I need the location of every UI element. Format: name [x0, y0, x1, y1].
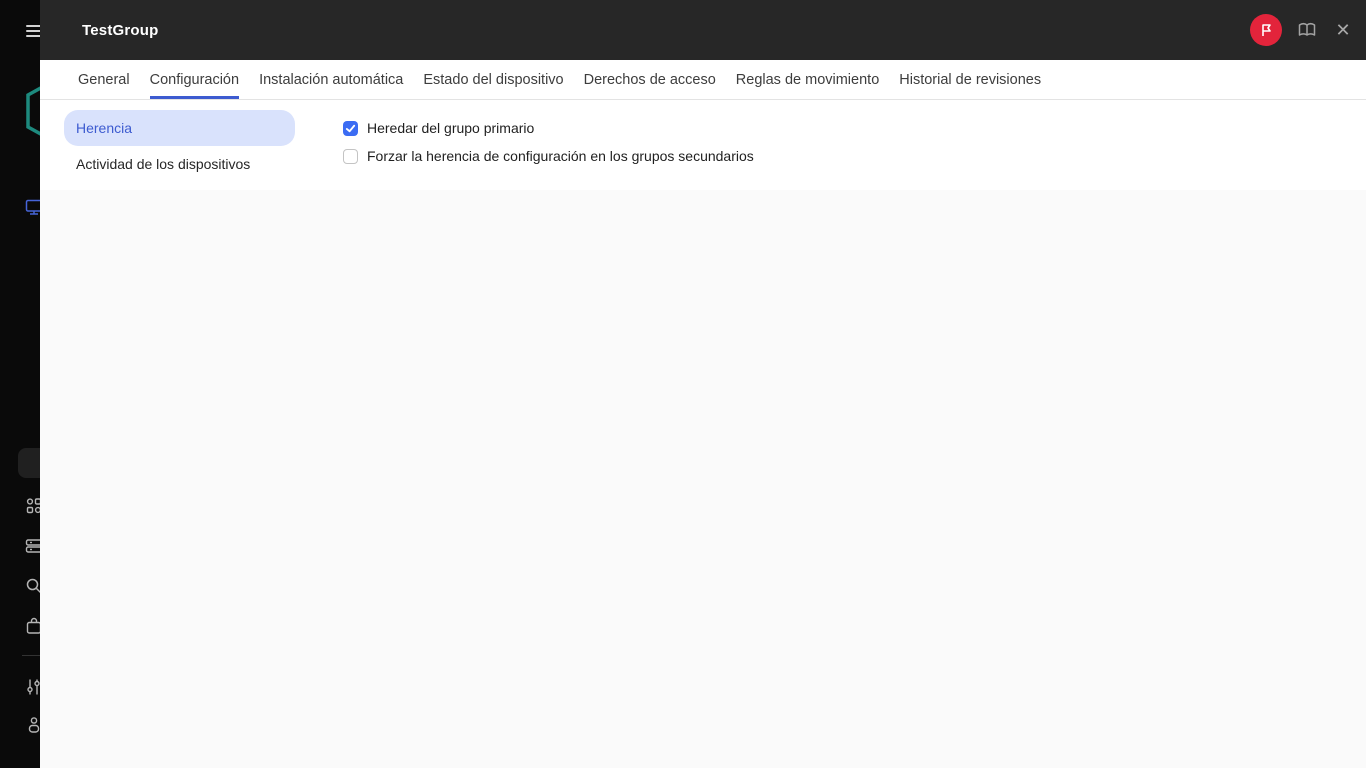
people-group-icon[interactable]: [24, 496, 40, 516]
tab-general[interactable]: General: [68, 60, 140, 99]
search-icon[interactable]: [24, 576, 40, 596]
tab-bar: General Configuración Instalación automáti…: [40, 60, 1366, 100]
menu-icon[interactable]: [26, 22, 40, 38]
sliders-icon[interactable]: [24, 677, 40, 697]
checkbox-checked-icon[interactable]: [343, 120, 358, 136]
open-book-icon[interactable]: [1296, 19, 1318, 41]
checkbox-label: Heredar del grupo primario: [367, 120, 535, 136]
tab-derechos-de-acceso[interactable]: Derechos de acceso: [574, 60, 726, 99]
checkbox-label: Forzar la herencia de configuración en l…: [367, 148, 754, 164]
kaspersky-logo-icon: [26, 82, 40, 140]
panel-content: Herencia Actividad de los dispositivos He…: [40, 100, 1366, 768]
panel-header: TestGroup ✕: [40, 0, 1366, 60]
settings-subnav: Herencia Actividad de los dispositivos: [64, 110, 295, 182]
user-icon[interactable]: [24, 715, 40, 735]
server-stack-icon[interactable]: [24, 536, 40, 556]
tab-estado-del-dispositivo[interactable]: Estado del dispositivo: [413, 60, 573, 99]
app-sidebar: [0, 0, 40, 768]
tab-instalaci-n-autom-tica[interactable]: Instalación automática: [249, 60, 413, 99]
bag-icon[interactable]: [24, 616, 40, 636]
subnav-item-actividad-de-los-dispositivos[interactable]: Actividad de los dispositivos: [64, 146, 295, 182]
subnav-item-herencia[interactable]: Herencia: [64, 110, 295, 146]
sidebar-active-item-highlight: [18, 448, 40, 478]
inheritance-settings: Heredar del grupo primario Forzar la here…: [343, 114, 754, 170]
checkbox-unchecked-icon[interactable]: [343, 148, 358, 164]
checkbox-row[interactable]: Forzar la herencia de configuración en l…: [343, 142, 754, 170]
tab-configuraci-n[interactable]: Configuración: [140, 60, 249, 99]
tab-reglas-de-movimiento[interactable]: Reglas de movimiento: [726, 60, 889, 99]
checkbox-row[interactable]: Heredar del grupo primario: [343, 114, 754, 142]
close-icon[interactable]: ✕: [1332, 19, 1354, 41]
tab-historial-de-revisiones[interactable]: Historial de revisiones: [889, 60, 1051, 99]
page-title: TestGroup: [82, 21, 159, 39]
flag-icon[interactable]: [1250, 14, 1282, 46]
sidebar-divider: [22, 655, 40, 656]
monitor-icon[interactable]: [24, 197, 40, 217]
